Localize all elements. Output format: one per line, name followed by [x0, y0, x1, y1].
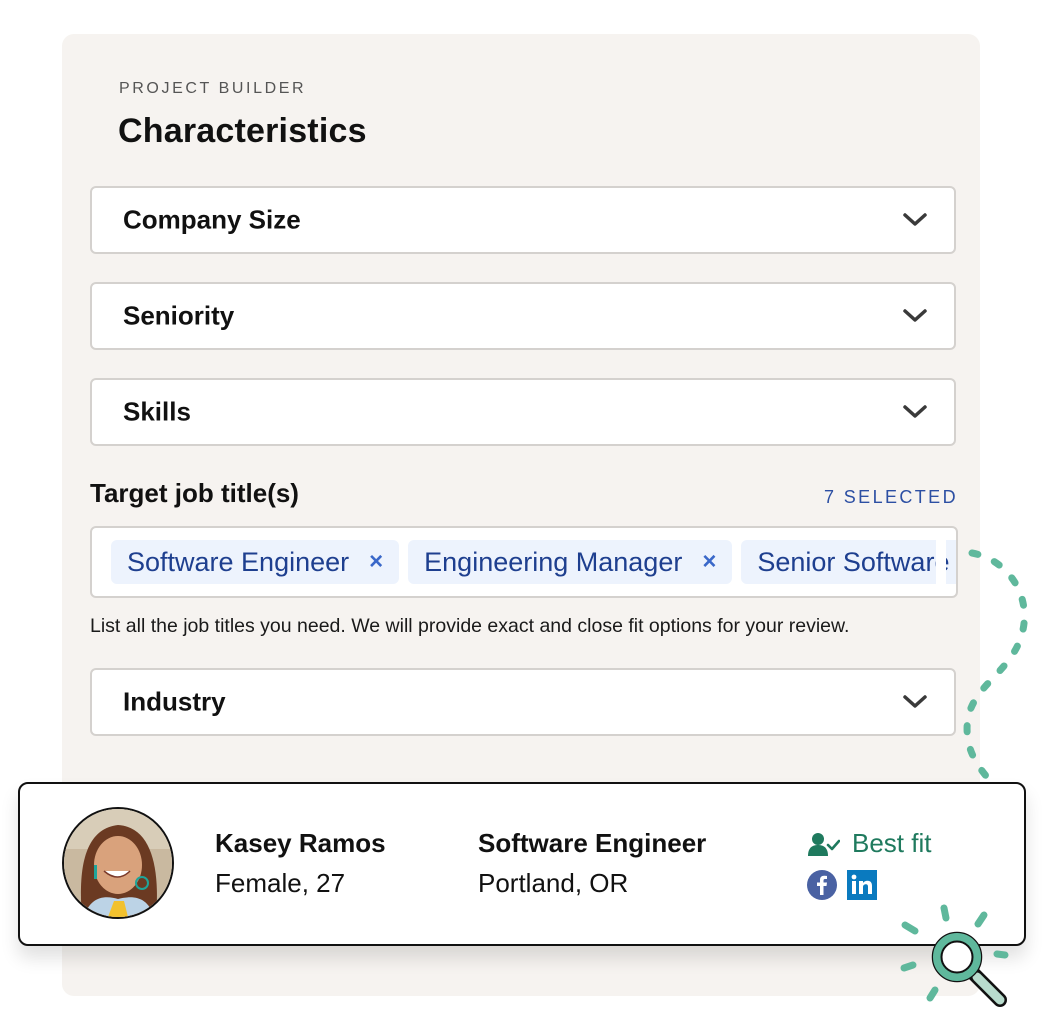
candidate-photo [64, 809, 172, 917]
seniority-dropdown[interactable]: Seniority [90, 282, 956, 350]
facebook-icon[interactable] [807, 870, 837, 900]
user-check-icon [808, 832, 840, 856]
job-title-label: Target job title(s) [90, 478, 299, 508]
job-title-tag[interactable]: Engineering Manager × [408, 540, 733, 584]
dropdown-label: Skills [123, 396, 191, 427]
selected-count: 7 SELECTED [823, 487, 958, 507]
company-size-dropdown[interactable]: Company Size [90, 186, 956, 254]
social-links [807, 870, 877, 900]
dropdown-label: Company Size [123, 204, 301, 235]
tag-label: Senior Software Engineer [757, 546, 956, 577]
tag-list: Software Engineer × Engineering Manager … [111, 540, 956, 584]
dropdown-label: Seniority [123, 300, 235, 331]
chevron-down-icon [903, 695, 927, 708]
candidate-demographics: Female, 27 [215, 868, 346, 898]
close-icon[interactable]: × [369, 548, 383, 576]
candidate-card[interactable]: Kasey Ramos Female, 27 Software Engineer… [18, 782, 1026, 946]
fit-badge: Best fit [808, 828, 931, 859]
close-icon[interactable]: × [702, 548, 716, 576]
tag-label: Engineering Manager [424, 546, 683, 577]
skills-dropdown[interactable]: Skills [90, 378, 956, 446]
chevron-down-icon [903, 405, 927, 418]
tag-overflow-mask [936, 528, 946, 596]
candidate-name: Kasey Ramos [215, 828, 386, 858]
chevron-down-icon [903, 213, 927, 226]
candidate-location: Portland, OR [478, 868, 629, 898]
job-title-tag[interactable]: Software Engineer × [111, 540, 400, 584]
job-title-input[interactable]: Software Engineer × Engineering Manager … [90, 526, 958, 598]
job-title-tag[interactable]: Senior Software Engineer × [741, 540, 956, 584]
page-title: Characteristics [118, 112, 367, 150]
linkedin-icon[interactable] [847, 870, 877, 900]
dropdown-label: Industry [123, 686, 226, 717]
industry-dropdown[interactable]: Industry [90, 668, 956, 736]
fit-label: Best fit [852, 828, 932, 858]
avatar [62, 807, 174, 919]
section-eyebrow: PROJECT BUILDER [119, 80, 307, 97]
tag-label: Software Engineer [127, 546, 350, 577]
helper-text: List all the job titles you need. We wil… [90, 615, 850, 637]
candidate-job-title: Software Engineer [478, 828, 707, 858]
chevron-down-icon [903, 309, 927, 322]
